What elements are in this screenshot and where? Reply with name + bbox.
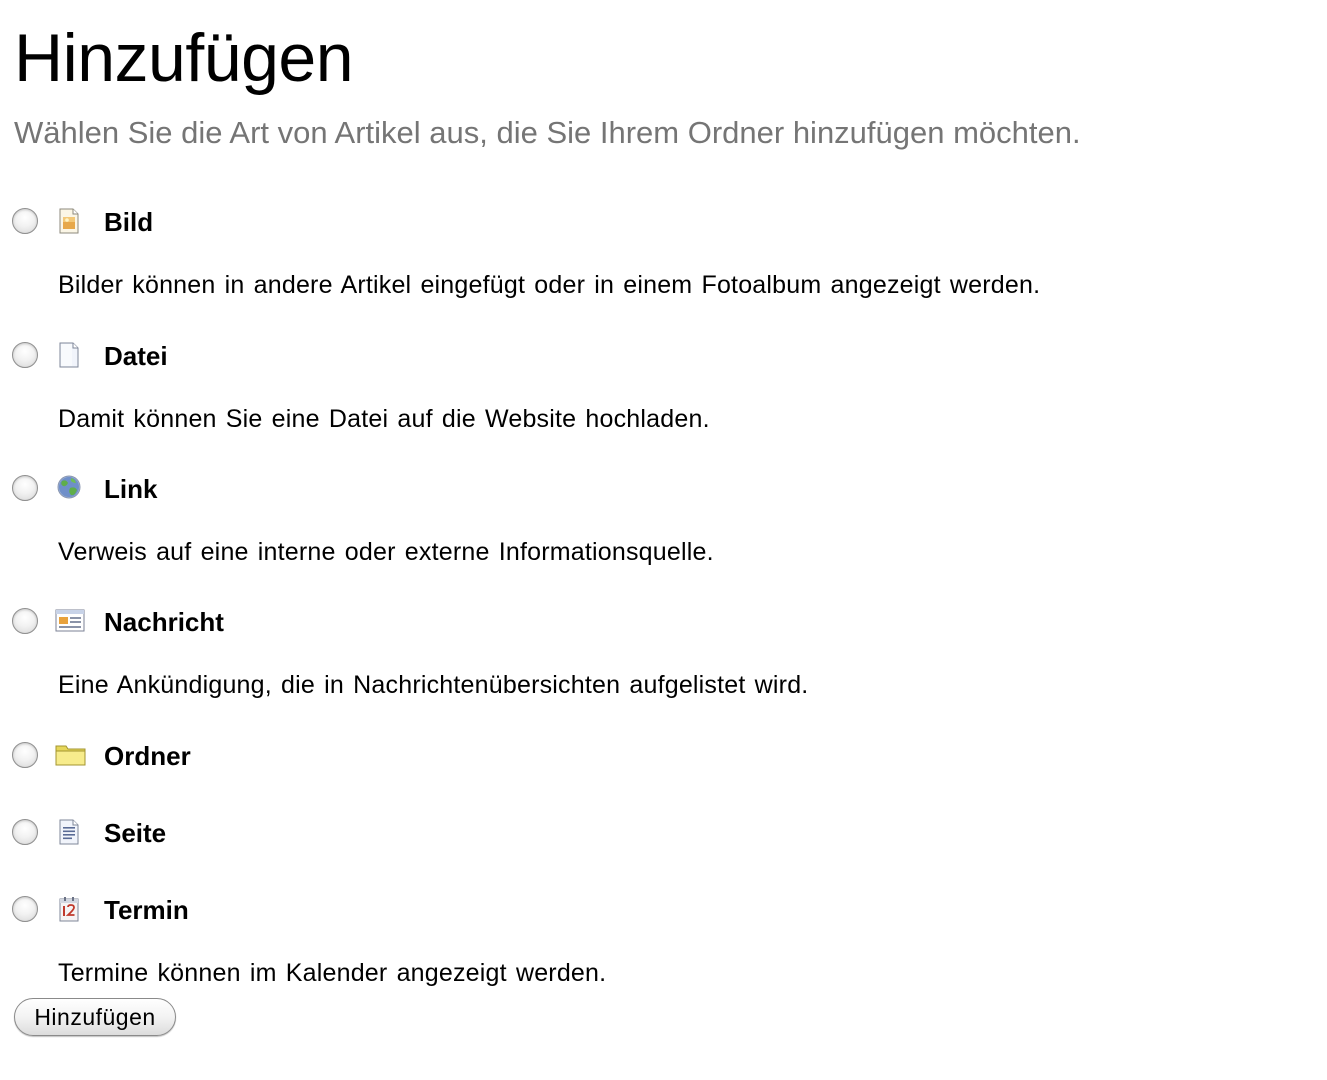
file-icon [56,342,82,368]
image-icon [56,208,82,234]
page-icon [56,819,82,845]
radio-link[interactable] [12,475,38,501]
type-description: Bilder können in andere Artikel eingefüg… [58,271,1041,299]
type-description: Termine können im Kalender angezeigt wer… [58,959,607,987]
type-label[interactable]: Bild [104,207,153,237]
page-subtitle: Wählen Sie die Art von Artikel aus, die … [14,115,1081,150]
type-label[interactable]: Termin [104,895,189,925]
type-description: Damit können Sie eine Datei auf die Webs… [58,405,710,433]
type-label[interactable]: Nachricht [104,607,224,637]
radio-termin[interactable] [12,896,38,922]
globe-link-icon [56,475,82,501]
folder-icon [55,742,87,768]
calendar-icon [56,896,82,922]
type-label[interactable]: Datei [104,341,168,371]
type-label[interactable]: Seite [104,818,166,848]
radio-seite[interactable] [12,819,38,845]
type-description: Verweis auf eine interne oder externe In… [58,538,714,566]
radio-bild[interactable] [12,208,38,234]
radio-datei[interactable] [12,342,38,368]
type-label[interactable]: Link [104,474,157,504]
add-content-page: Hinzufügen Wählen Sie die Art von Artike… [14,18,1314,151]
page-title: Hinzufügen [14,20,354,96]
add-button[interactable]: Hinzufügen [14,998,176,1036]
type-label[interactable]: Ordner [104,741,191,771]
type-description: Eine Ankündigung, die in Nachrichtenüber… [58,671,809,699]
news-icon [55,608,85,634]
radio-nachricht[interactable] [12,608,38,634]
radio-ordner[interactable] [12,742,38,768]
